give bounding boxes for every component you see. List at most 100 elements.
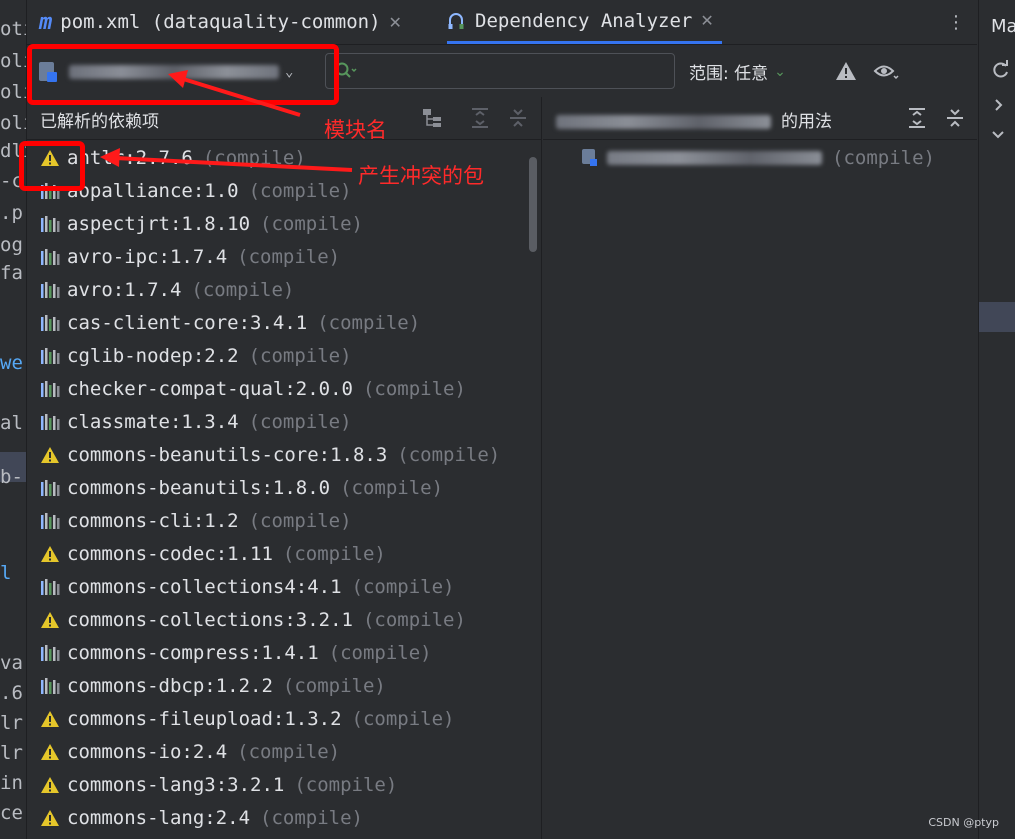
refresh-icon[interactable] [991, 60, 1011, 80]
dependency-row[interactable]: commons-collections:3.2.1 (compile) [27, 603, 466, 636]
dependency-row[interactable]: classmate:1.3.4 (compile) [27, 405, 352, 438]
collapse-all-icon[interactable] [506, 106, 530, 130]
gutter-text: in [0, 772, 23, 794]
module-highlight-box [27, 44, 339, 105]
more-options-icon[interactable]: ⋮ [947, 12, 965, 33]
dependency-name: avro:1.7.4 [67, 278, 182, 301]
dependency-scope: (compile) [260, 806, 363, 829]
dependency-row[interactable]: commons-lang:2.4 (compile) [27, 801, 363, 834]
gutter-text: oli [0, 50, 26, 72]
dependency-scope: (compile) [362, 377, 466, 400]
expand-all-icon[interactable] [468, 106, 492, 130]
dependency-row[interactable]: cas-client-core:3.4.1 (compile) [27, 306, 420, 339]
gutter-text: og [0, 234, 23, 256]
dependency-row[interactable]: commons-io:2.4 (compile) [27, 735, 340, 768]
tab-dependency-analyzer[interactable]: Dependency Analyzer ✕ [447, 0, 722, 44]
maven-tool-label[interactable]: Ma [991, 16, 1015, 37]
library-icon [39, 214, 61, 234]
eye-icon[interactable] [873, 61, 899, 83]
scope-dropdown[interactable]: 范围: 任意 ⌄ [689, 59, 786, 85]
dependency-row[interactable]: commons-beanutils-core:1.8.3 (compile) [27, 438, 500, 471]
dependency-scope: (compile) [248, 509, 352, 532]
dependency-name: commons-lang3:3.2.1 [67, 773, 285, 796]
dependency-row[interactable]: avro:1.7.4 (compile) [27, 273, 294, 306]
chevron-down-icon: ⌄ [774, 63, 786, 80]
dependency-name: avro-ipc:1.7.4 [67, 245, 228, 268]
right-tool-window-bar: Ma [978, 0, 1015, 839]
dependency-row[interactable]: commons-codec:1.11 (compile) [27, 537, 386, 570]
gutter-text: fa [0, 262, 23, 284]
dependency-name: commons-beanutils:1.8.0 [67, 476, 331, 499]
expand-all-icon[interactable] [905, 106, 929, 130]
dependency-row[interactable]: commons-dbcp:1.2.2 (compile) [27, 669, 386, 702]
warning-icon [39, 709, 61, 729]
pane-title: 的用法 [556, 107, 832, 132]
pane-header: 的用法 [543, 97, 977, 140]
dependency-scope: (compile) [282, 542, 386, 565]
dependency-name: classmate:1.3.4 [67, 410, 239, 433]
gutter-text: al [0, 412, 23, 434]
dependency-scope: (compile) [397, 443, 501, 466]
close-icon[interactable]: ✕ [389, 13, 402, 32]
gutter-text: va [0, 652, 23, 674]
warning-icon [39, 808, 61, 828]
scrollbar[interactable] [529, 157, 537, 252]
dependency-scope: (compile) [237, 740, 341, 763]
dependency-row[interactable]: commons-fileupload:1.3.2 (compile) [27, 702, 455, 735]
dependency-name: commons-compress:1.4.1 [67, 641, 319, 664]
dependency-row[interactable]: commons-beanutils:1.8.0 (compile) [27, 471, 443, 504]
gutter-text: b- [0, 466, 23, 488]
library-icon [39, 412, 61, 432]
module-icon [582, 149, 597, 166]
dependency-row[interactable]: avro-ipc:1.7.4 (compile) [27, 240, 340, 273]
dependency-name: commons-collections4:4.1 [67, 575, 342, 598]
left-gutter: otiolioliolidli-c.pogfawealb-lva.6lrlrin… [0, 0, 27, 839]
dependency-name: commons-io:2.4 [67, 740, 228, 763]
dependency-scope: (compile) [340, 476, 444, 499]
usage-scope: (compile) [832, 147, 935, 169]
library-icon [39, 379, 61, 399]
warning-icon [39, 610, 61, 630]
group-by-icon[interactable] [420, 106, 444, 130]
dependency-name: commons-collections:3.2.1 [67, 608, 353, 631]
module-name-redacted [556, 115, 771, 129]
dependency-scope: (compile) [362, 608, 466, 631]
gutter-text: .p [0, 202, 23, 224]
dependency-name: commons-codec:1.11 [67, 542, 273, 565]
dependency-scope: (compile) [191, 278, 295, 301]
dependency-row[interactable]: commons-cli:1.2 (compile) [27, 504, 352, 537]
dependency-row[interactable]: checker-compat-qual:2.0.0 (compile) [27, 372, 466, 405]
close-icon[interactable]: ✕ [700, 11, 713, 30]
dependency-scope: (compile) [248, 344, 352, 367]
tab-pom-xml[interactable]: m pom.xml (dataquality-common) ✕ [39, 0, 402, 44]
dependency-row[interactable]: cglib-nodep:2.2 (compile) [27, 339, 352, 372]
show-conflicts-icon[interactable] [835, 61, 857, 81]
dependency-name: antlr:2.7.6 [67, 146, 193, 169]
dependency-scope: (compile) [294, 773, 398, 796]
dependency-row[interactable]: commons-compress:1.4.1 (compile) [27, 636, 432, 669]
tab-label: pom.xml (dataquality-common) [60, 11, 381, 33]
dependency-row[interactable]: commons-collections4:4.1 (compile) [27, 570, 455, 603]
usages-pane: 的用法 (compile) [543, 97, 977, 839]
library-icon [39, 247, 61, 267]
search-input[interactable] [325, 53, 675, 89]
dependency-name: checker-compat-qual:2.0.0 [67, 377, 353, 400]
dependency-scope: (compile) [260, 212, 363, 235]
dependency-row[interactable]: aspectjrt:1.8.10 (compile) [27, 207, 363, 240]
conflict-highlight-box [19, 141, 85, 191]
dependency-name: commons-beanutils-core:1.8.3 [67, 443, 388, 466]
collapse-all-icon[interactable] [943, 106, 967, 130]
gutter-text: oti [0, 18, 26, 40]
dependency-name: commons-lang:2.4 [67, 806, 251, 829]
library-icon [39, 346, 61, 366]
dependency-row[interactable]: commons-lang3:3.2.1 (compile) [27, 768, 397, 801]
usage-row[interactable]: (compile) [581, 147, 935, 169]
selection-highlight [979, 302, 1015, 332]
dependency-name: commons-dbcp:1.2.2 [67, 674, 273, 697]
dependency-name: cglib-nodep:2.2 [67, 344, 239, 367]
dependency-scope: (compile) [282, 674, 386, 697]
gutter-text: we [0, 352, 23, 374]
gutter-text: oli [0, 81, 26, 103]
expand-icon[interactable] [991, 97, 1007, 113]
collapse-icon[interactable] [990, 127, 1006, 143]
